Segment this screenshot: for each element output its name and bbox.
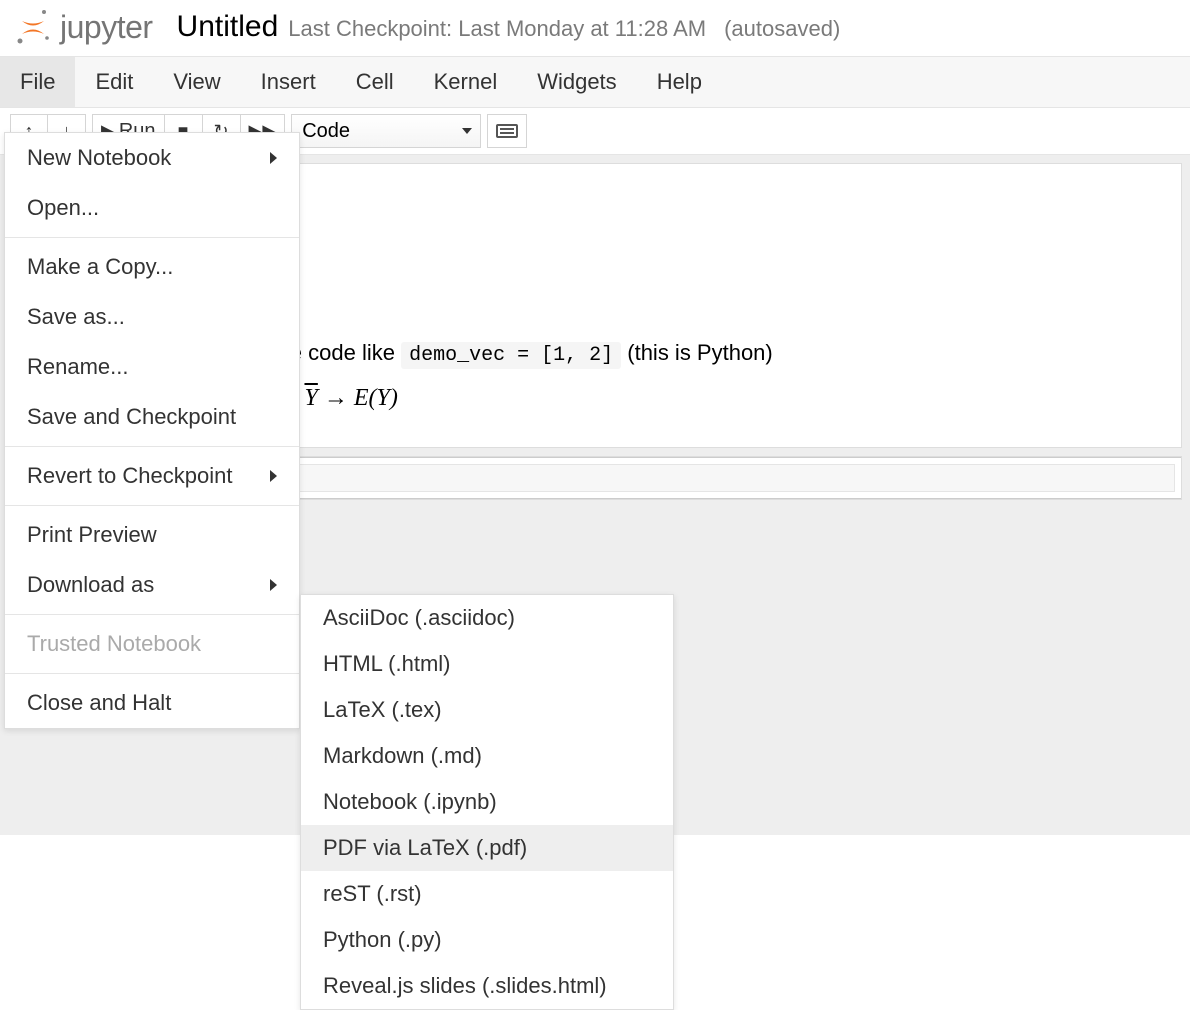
download-pdf-latex[interactable]: PDF via LaTeX (.pdf) — [301, 825, 673, 871]
menu-divider — [5, 505, 299, 506]
title-block: Untitled Last Checkpoint: Last Monday at… — [177, 10, 841, 44]
notebook-header: jupyter Untitled Last Checkpoint: Last M… — [0, 0, 1190, 57]
file-menu-save-as[interactable]: Save as... — [5, 292, 299, 342]
file-menu-new-notebook[interactable]: New Notebook — [5, 133, 299, 183]
file-menu-print-preview[interactable]: Print Preview — [5, 510, 299, 560]
notebook-title[interactable]: Untitled — [177, 10, 279, 44]
chevron-right-icon — [270, 579, 277, 591]
menu-cell[interactable]: Cell — [336, 57, 414, 107]
inline-code: demo_vec = [1, 2] — [401, 342, 621, 369]
chevron-right-icon — [270, 470, 277, 482]
menubar: File Edit View Insert Cell Kernel Widget… — [0, 57, 1190, 108]
download-asciidoc[interactable]: AsciiDoc (.asciidoc) — [301, 595, 673, 641]
jupyter-logo-icon — [14, 8, 52, 46]
file-menu-trusted-notebook: Trusted Notebook — [5, 619, 299, 669]
command-palette-button[interactable] — [487, 114, 527, 148]
menu-view[interactable]: View — [153, 57, 240, 107]
keyboard-icon — [496, 124, 518, 138]
jupyter-logo-text: jupyter — [60, 9, 153, 46]
download-python[interactable]: Python (.py) — [301, 917, 673, 963]
menu-divider — [5, 237, 299, 238]
file-menu-make-copy[interactable]: Make a Copy... — [5, 242, 299, 292]
download-latex[interactable]: LaTeX (.tex) — [301, 687, 673, 733]
download-revealjs[interactable]: Reveal.js slides (.slides.html) — [301, 963, 673, 1009]
download-as-submenu: AsciiDoc (.asciidoc) HTML (.html) LaTeX … — [300, 594, 674, 1010]
checkpoint-text: Last Checkpoint: Last Monday at 11:28 AM — [288, 16, 706, 42]
menu-divider — [5, 673, 299, 674]
file-menu-open[interactable]: Open... — [5, 183, 299, 233]
file-menu-download-as[interactable]: Download as — [5, 560, 299, 610]
file-menu-dropdown: New Notebook Open... Make a Copy... Save… — [4, 132, 300, 729]
menu-insert[interactable]: Insert — [241, 57, 336, 107]
menu-file[interactable]: File — [0, 57, 75, 107]
jupyter-logo: jupyter — [14, 8, 153, 46]
menu-divider — [5, 614, 299, 615]
download-notebook[interactable]: Notebook (.ipynb) — [301, 779, 673, 825]
file-menu-close-halt[interactable]: Close and Halt — [5, 678, 299, 728]
file-menu-rename[interactable]: Rename... — [5, 342, 299, 392]
download-html[interactable]: HTML (.html) — [301, 641, 673, 687]
file-menu-save-checkpoint[interactable]: Save and Checkpoint — [5, 392, 299, 442]
menu-help[interactable]: Help — [637, 57, 722, 107]
download-rest[interactable]: reST (.rst) — [301, 871, 673, 917]
menu-widgets[interactable]: Widgets — [517, 57, 636, 107]
download-markdown[interactable]: Markdown (.md) — [301, 733, 673, 779]
cell-type-select[interactable]: Code — [291, 114, 481, 148]
chevron-right-icon — [270, 152, 277, 164]
menu-divider — [5, 446, 299, 447]
autosave-text: (autosaved) — [724, 16, 840, 42]
menu-edit[interactable]: Edit — [75, 57, 153, 107]
inline-math: Y → E(Y) — [304, 385, 397, 411]
cell-type-value: Code — [302, 120, 350, 143]
menu-kernel[interactable]: Kernel — [414, 57, 518, 107]
file-menu-revert-checkpoint[interactable]: Revert to Checkpoint — [5, 451, 299, 501]
